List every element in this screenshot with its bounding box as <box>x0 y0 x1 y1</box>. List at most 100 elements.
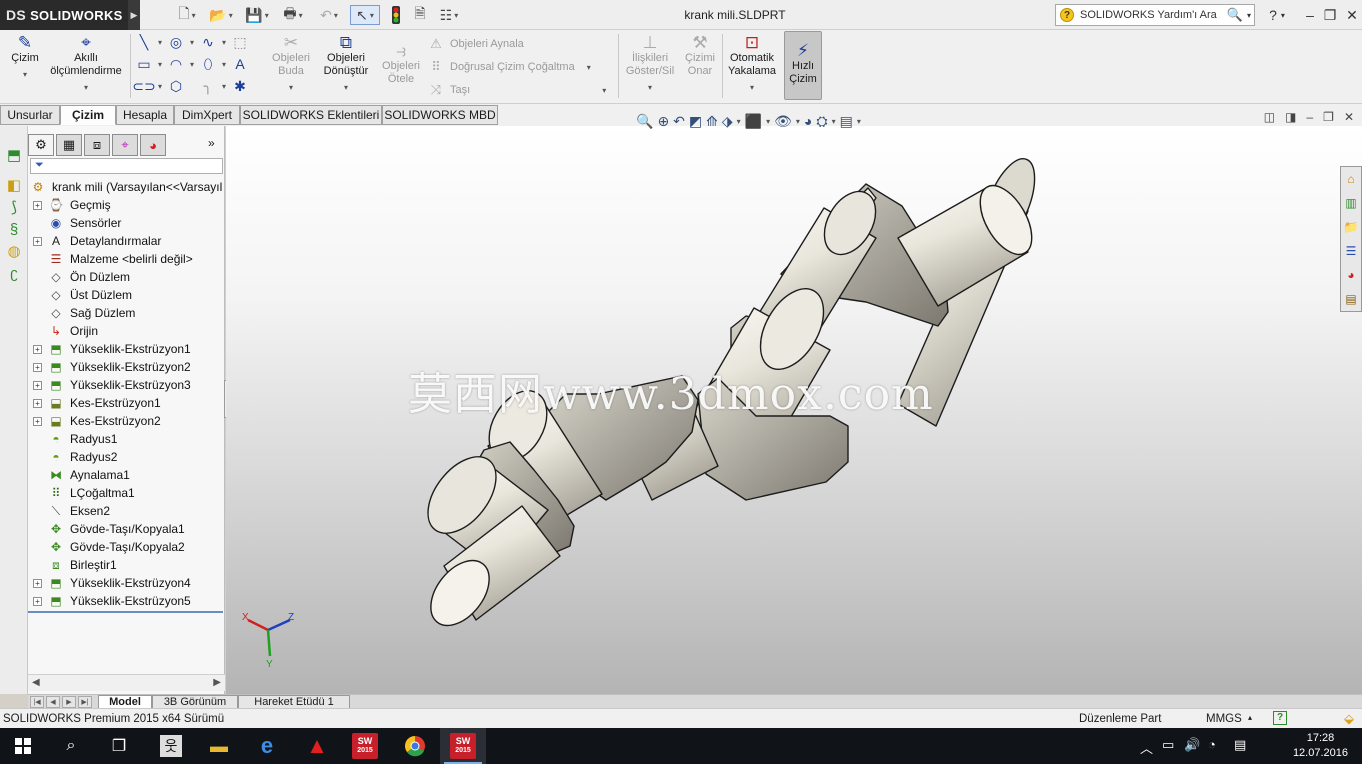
extrude-icon[interactable]: ⬒ <box>5 146 23 164</box>
rectangle-icon[interactable]: ▭ <box>134 54 154 74</box>
new-document-icon[interactable]: 🗋 ▾ <box>172 5 202 25</box>
tab-features[interactable]: Unsurlar <box>0 105 60 125</box>
graphics-area[interactable]: 🔍 ⊕ ↶ ◩ ⟰ ⬗ ▾ ⬛ ▾ 👁 ▾ ◕ ⛭ ▾ ▤ ▾ ◫ ◨ – ❐ ✕ <box>226 110 1362 694</box>
print-icon[interactable]: 🖶 ▾ <box>278 5 308 25</box>
prev-tab-icon[interactable]: ◀ <box>46 696 60 708</box>
dimxpert-manager-tab-icon[interactable]: ⌖ <box>112 134 138 156</box>
tree-filter-input[interactable]: ⏷ <box>30 158 223 174</box>
revolve-icon[interactable]: ◧ <box>5 176 23 194</box>
help-status-icon[interactable]: ? <box>1273 711 1287 725</box>
open-folder-icon[interactable]: 📂 ▾ <box>206 5 236 25</box>
expand-icon[interactable]: + <box>33 237 42 246</box>
last-tab-icon[interactable]: ▶| <box>78 696 92 708</box>
save-icon[interactable]: 💾 ▾ <box>242 5 272 25</box>
solidworks-taskbar-icon-2[interactable]: SW 2015 <box>440 728 486 764</box>
tree-item[interactable]: + ⬓ Kes-Ekstrüzyon2 <box>28 412 225 430</box>
smart-dimension-button[interactable]: ⌖ Akıllı ölçümlendirme ▾ <box>46 32 126 94</box>
ellipse-icon[interactable]: ⬯ <box>198 54 218 74</box>
tree-item[interactable]: ✥ Gövde-Taşı/Kopyala1 <box>28 520 225 538</box>
design-library-icon[interactable]: ▥ <box>1343 195 1359 211</box>
search-icon[interactable]: 🔍 <box>1227 7 1243 23</box>
tab-model[interactable]: Model <box>98 695 152 709</box>
tab-dimxpert[interactable]: DimXpert <box>174 105 240 125</box>
expand-icon[interactable]: + <box>33 345 42 354</box>
trim-entities-button[interactable]: ✂ Objeleri Buda ▾ <box>268 32 314 94</box>
file-explorer-taskbar-icon[interactable]: ▬ <box>196 728 242 764</box>
tree-item[interactable]: ◇ Ön Düzlem <box>28 268 225 286</box>
notifications-icon[interactable]: ▤ <box>1234 737 1246 753</box>
expand-icon[interactable]: + <box>33 597 42 606</box>
slot-icon[interactable]: ⊂⊃ <box>132 76 155 96</box>
file-properties-icon[interactable]: 🗎 <box>410 5 430 25</box>
tile-horizontal-icon[interactable]: ◫ <box>1264 110 1275 124</box>
expand-panel-icon[interactable]: » <box>208 136 215 150</box>
tree-item[interactable]: + ⬒ Yükseklik-Ekstrüzyon4 <box>28 574 225 592</box>
solidworks-logo[interactable]: DS SOLIDWORKS <box>0 0 128 30</box>
minimize-icon[interactable]: – <box>1300 6 1320 24</box>
rapid-sketch-button[interactable]: ⚡ Hızlı Çizim <box>784 31 822 100</box>
clock[interactable]: 17:28 12.07.2016 <box>1293 731 1348 761</box>
appearances-icon[interactable]: ◕ <box>1343 267 1359 283</box>
tree-item[interactable]: ☰ Malzeme <belirli değil> <box>28 250 225 268</box>
convert-entities-button[interactable]: ⧉ Objeleri Dönüştür ▾ <box>318 32 374 94</box>
solidworks-taskbar-icon-1[interactable]: SW 2015 <box>342 728 388 764</box>
expand-icon[interactable]: + <box>33 579 42 588</box>
menu-expand-arrow-icon[interactable]: ▶ <box>128 0 140 30</box>
configuration-manager-tab-icon[interactable]: ⧈ <box>84 134 110 156</box>
expand-icon[interactable]: + <box>33 381 42 390</box>
wifi-icon[interactable]: ◔ <box>1208 737 1216 752</box>
spring-icon[interactable]: ʗ <box>5 264 23 282</box>
offset-entities-button[interactable]: ⥽ Objeleri Ötele <box>378 40 424 86</box>
solidworks-resources-icon[interactable]: ⌂ <box>1343 171 1359 187</box>
rebuild-traffic-light-icon[interactable] <box>388 5 404 25</box>
display-manager-tab-icon[interactable]: ◕ <box>140 134 166 156</box>
expand-icon[interactable]: + <box>33 399 42 408</box>
tree-item[interactable]: ◇ Üst Düzlem <box>28 286 225 304</box>
volume-icon[interactable]: 🔊 <box>1184 737 1200 753</box>
tile-vertical-icon[interactable]: ◨ <box>1285 110 1296 124</box>
tab-addins[interactable]: SOLIDWORKS Eklentileri <box>240 105 382 125</box>
feature-manager-tab-icon[interactable]: ⚙ <box>28 134 54 156</box>
boundary-icon[interactable]: ◍ <box>5 242 23 260</box>
file-explorer-icon[interactable]: 📁 <box>1343 219 1359 235</box>
battery-icon[interactable]: ▭ <box>1162 737 1174 753</box>
spline-icon[interactable]: ∿ <box>198 32 218 52</box>
shooter-app-icon[interactable]: 웃 <box>148 728 194 764</box>
line-icon[interactable]: ╲ <box>134 32 154 52</box>
tree-item[interactable]: ↳ Orijin <box>28 322 225 340</box>
tab-evaluate[interactable]: Hesapla <box>116 105 174 125</box>
expand-icon[interactable]: + <box>33 363 42 372</box>
scroll-left-icon[interactable]: ◀ <box>32 677 40 688</box>
point-icon[interactable]: ✱ <box>230 76 250 96</box>
help-search-input[interactable]: ? SOLIDWORKS Yardım'ı Ara 🔍 ▾ <box>1055 4 1255 26</box>
loft-icon[interactable]: § <box>5 220 23 238</box>
autocad-icon[interactable]: ▲ <box>294 728 340 764</box>
display-relations-button[interactable]: ⊥ İlişkileri Göster/Sil ▾ <box>622 32 678 94</box>
tree-item[interactable]: ⠿ LÇoğaltma1 <box>28 484 225 502</box>
move-entities-button[interactable]: ⤨ Taşı ▾ <box>428 82 606 98</box>
tab-3d-view[interactable]: 3B Görünüm <box>152 695 238 709</box>
fillet-sketch-icon[interactable]: ╮ <box>198 76 218 96</box>
sketch-button[interactable]: ✎ Çizim ▾ <box>6 32 44 81</box>
view-palette-icon[interactable]: ☰ <box>1343 243 1359 259</box>
sketch-text-icon[interactable]: A <box>230 54 250 74</box>
tree-item[interactable]: + ⬒ Yükseklik-Ekstrüzyon1 <box>28 340 225 358</box>
units-dropdown-icon[interactable]: ▴ <box>1248 713 1252 722</box>
tree-horizontal-scrollbar[interactable]: ◀ ▶ <box>28 674 225 691</box>
tree-item[interactable]: + A Detaylandırmalar <box>28 232 225 250</box>
tree-item[interactable]: ⟍ Eksen2 <box>28 502 225 520</box>
help-menu-icon[interactable]: ? ▾ <box>1262 6 1292 24</box>
tree-item[interactable]: ◓ Radyus1 <box>28 430 225 448</box>
tree-item[interactable]: ◓ Radyus2 <box>28 448 225 466</box>
property-manager-tab-icon[interactable]: ▦ <box>56 134 82 156</box>
edge-browser-icon[interactable]: e <box>244 728 290 764</box>
viewport-restore-icon[interactable]: ❐ <box>1323 110 1334 124</box>
search-taskbar-icon[interactable]: ⌕ <box>48 728 94 764</box>
viewport-close-icon[interactable]: ✕ <box>1344 110 1354 124</box>
tree-item[interactable]: + ⬒ Yükseklik-Ekstrüzyon2 <box>28 358 225 376</box>
tree-item[interactable]: + ⬒ Yükseklik-Ekstrüzyon3 <box>28 376 225 394</box>
arc-icon[interactable]: ◠ <box>166 54 186 74</box>
quick-snaps-button[interactable]: ⊡ Otomatik Yakalama ▾ <box>724 32 780 94</box>
tree-item[interactable]: + ⬒ Yükseklik-Ekstrüzyon5 <box>28 592 225 610</box>
restore-icon[interactable]: ❐ <box>1320 6 1340 24</box>
